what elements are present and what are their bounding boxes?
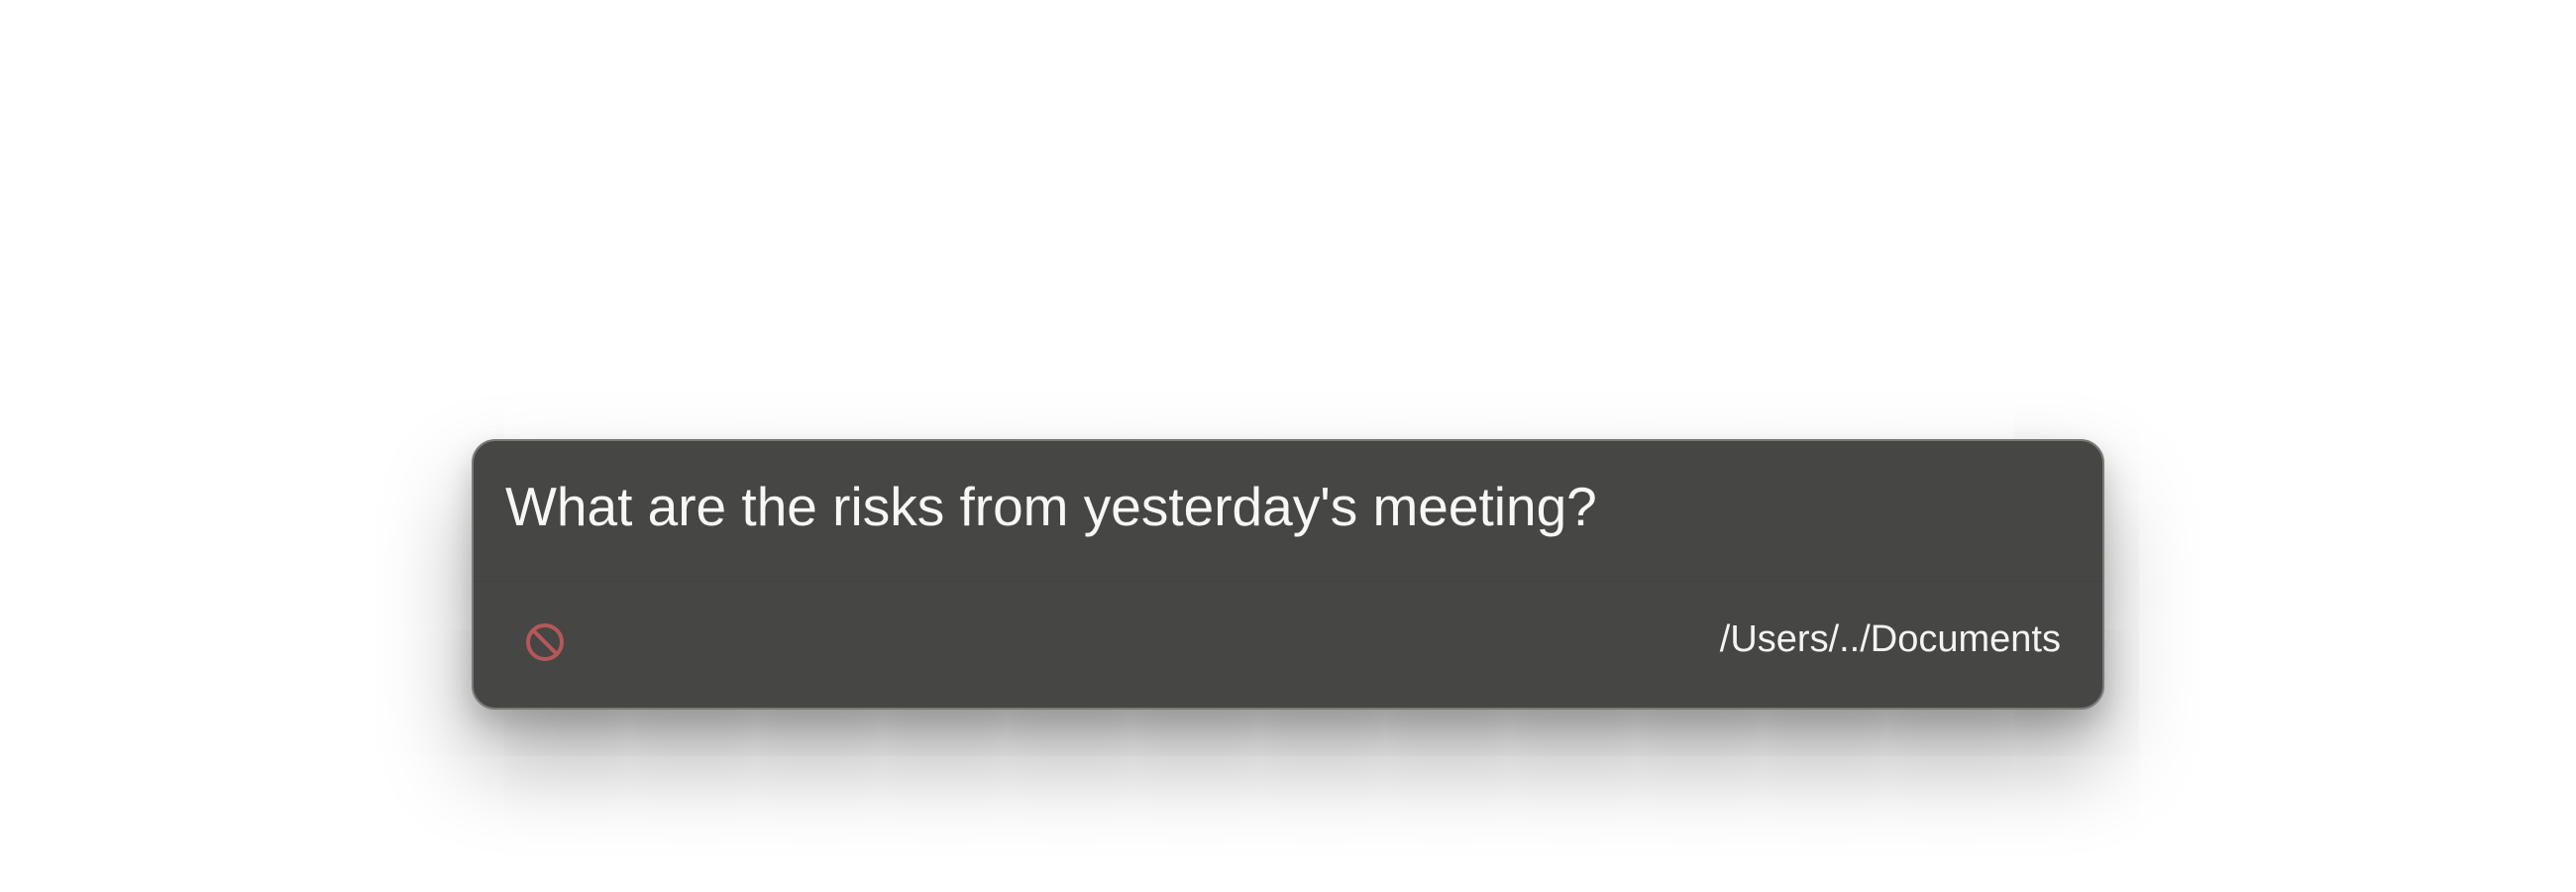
prompt-panel: /Users/../Documents <box>472 439 2104 710</box>
no-entry-icon <box>526 623 564 661</box>
directory-path-label[interactable]: /Users/../Documents <box>1720 615 2061 663</box>
no-entry-button[interactable] <box>521 618 569 666</box>
query-row <box>474 441 2102 582</box>
query-input[interactable] <box>505 467 2071 546</box>
prompt-footer: /Users/../Documents <box>474 582 2102 708</box>
